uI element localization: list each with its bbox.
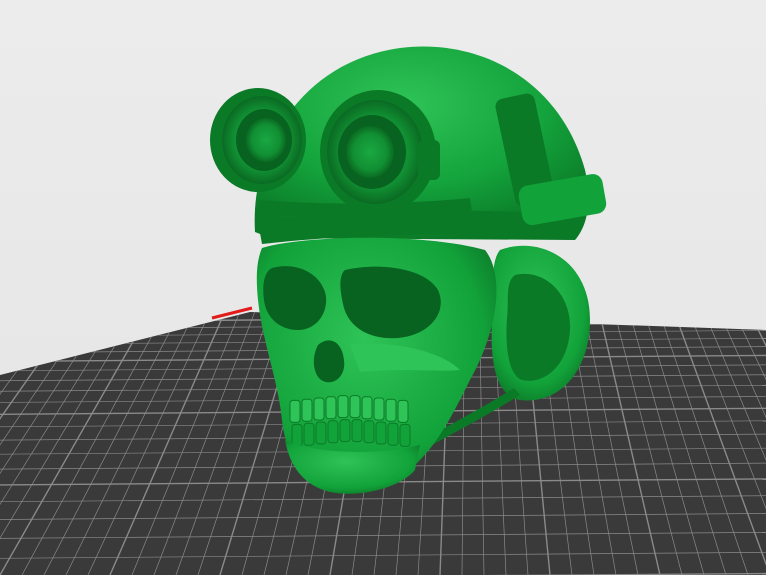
skull-tooth	[399, 423, 411, 447]
skull-tooth	[313, 397, 325, 421]
skull-tooth	[325, 396, 337, 420]
skull-tooth	[361, 396, 373, 420]
skull-tooth	[363, 420, 375, 444]
skull-tooth	[301, 398, 313, 422]
skull-tooth	[387, 422, 399, 446]
skull-tooth	[327, 420, 339, 444]
viewport-scene[interactable]	[0, 0, 766, 575]
goggle-left	[210, 88, 306, 192]
skull-tooth	[339, 419, 351, 443]
skull-tooth	[315, 421, 327, 445]
skull-teeth	[289, 395, 411, 447]
skull-tooth	[375, 421, 387, 445]
skull-tooth	[397, 399, 409, 423]
skull-tooth	[337, 395, 349, 419]
skull-tooth	[303, 422, 315, 446]
skull-tooth	[349, 395, 361, 419]
skull-tooth	[373, 397, 385, 421]
skull-tooth	[291, 423, 303, 447]
skull-tooth	[385, 398, 397, 422]
skull-tooth	[289, 399, 301, 423]
3d-viewport[interactable]	[0, 0, 766, 575]
skull-tooth	[351, 419, 363, 443]
